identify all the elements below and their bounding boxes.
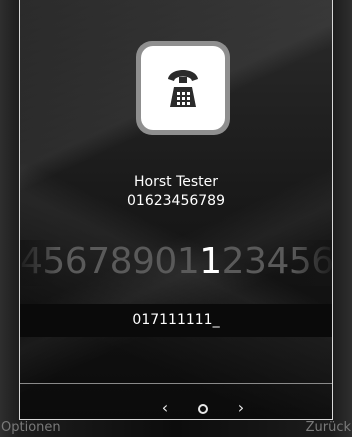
dialer-panel: Horst Tester 01623456789 456789011234567… — [19, 0, 333, 420]
contact-name: Horst Tester — [133, 174, 219, 190]
digit-wheel-fade-right — [292, 240, 332, 286]
contact-icon-tile — [136, 41, 230, 135]
telephone-icon — [168, 70, 198, 107]
digit-wheel-selected[interactable]: 1 — [199, 241, 222, 282]
contact-number: 01623456789 — [127, 193, 225, 209]
home-circle-icon[interactable] — [191, 397, 215, 419]
phone-screen: Horst Tester 01623456789 456789011234567… — [0, 0, 352, 437]
divider — [20, 383, 332, 384]
digit-wheel-digits: 4567890112345678 — [20, 240, 332, 284]
digit-wheel[interactable]: 4567890112345678 — [20, 240, 332, 286]
options-softkey[interactable]: Optionen — [1, 418, 61, 437]
back-softkey[interactable]: Zurück — [306, 418, 351, 437]
digit-wheel-fade-left — [20, 240, 60, 286]
contact-icon-background — [141, 46, 225, 130]
circle-icon — [198, 403, 208, 414]
number-entry-value: 017111111_ — [132, 312, 220, 328]
chevron-right-icon[interactable]: › — [231, 397, 251, 419]
chevron-left-icon[interactable]: ‹ — [155, 397, 175, 419]
